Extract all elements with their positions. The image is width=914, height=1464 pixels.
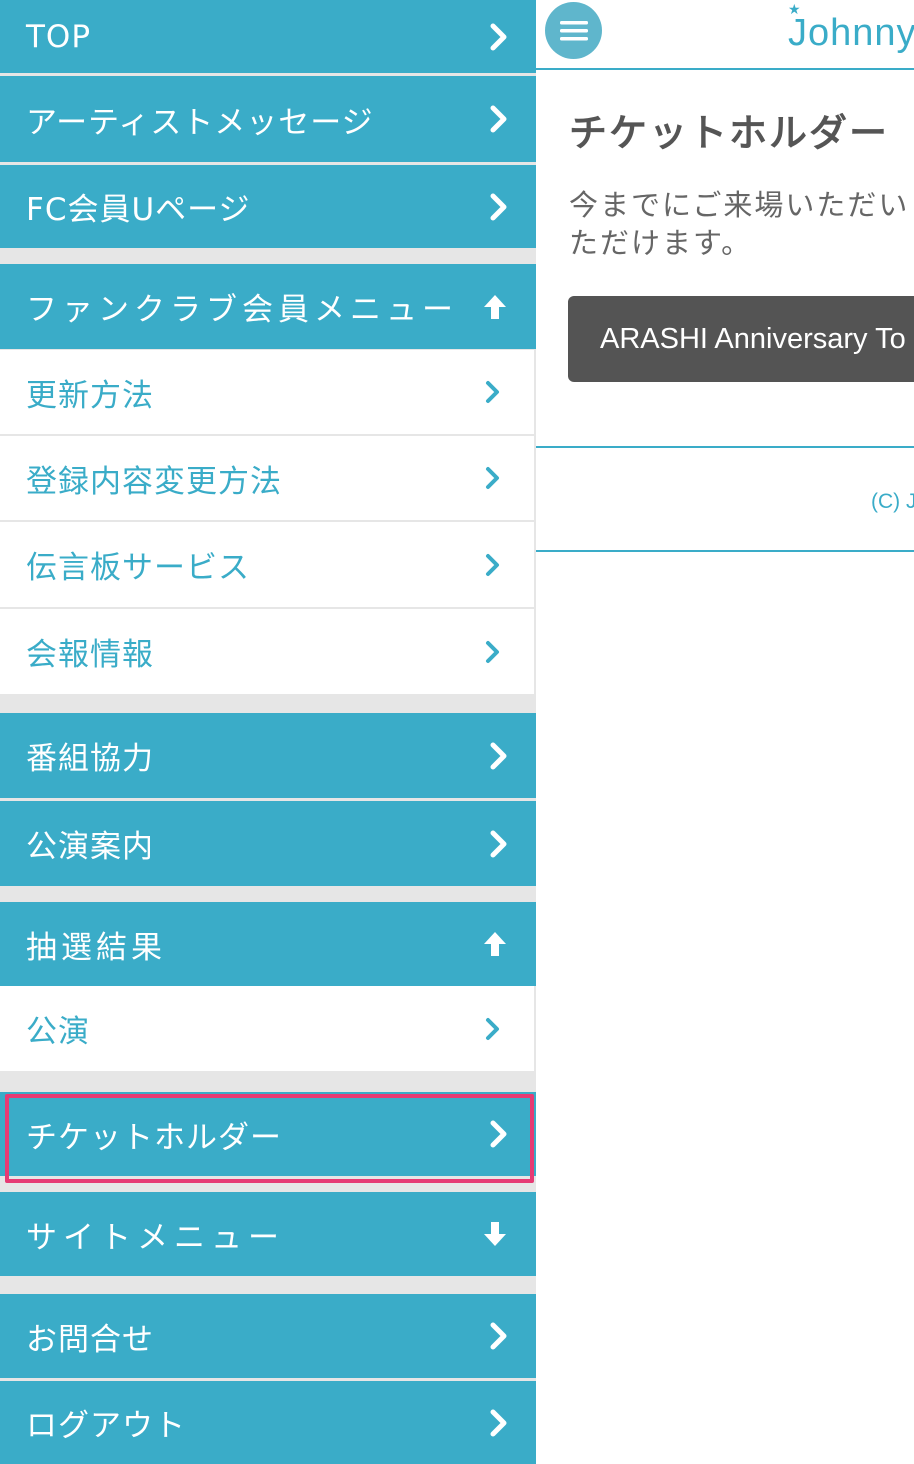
chevron-right-icon	[488, 1119, 510, 1149]
chevron-right-icon	[484, 465, 502, 491]
menu-section-label: ファンクラブ会員メニュー	[26, 292, 458, 328]
submenu-item-message-board[interactable]: 伝言板サービス	[0, 522, 534, 607]
site-header: ★ Johnnys	[536, 0, 914, 70]
menu-item-contact[interactable]: お問合せ	[0, 1294, 536, 1378]
chevron-right-icon	[488, 1408, 510, 1438]
submenu-item-registration-change[interactable]: 登録内容変更方法	[0, 436, 534, 520]
chevron-right-icon	[484, 552, 502, 578]
description-line: ただけます。	[569, 226, 753, 260]
menu-item-fc-member-page[interactable]: FC会員Uページ	[0, 165, 536, 248]
menu-section-label: サイトメニュー	[26, 1219, 285, 1256]
page-title: チケットホルダー	[569, 111, 890, 155]
menu-item-top[interactable]: TOP	[0, 0, 536, 73]
menu-item-label: チケットホルダー	[26, 1119, 282, 1156]
site-logo[interactable]: Johnnys	[788, 12, 914, 55]
copyright-text: (C) J	[871, 490, 914, 513]
description-line: 今までにご来場いただい	[569, 188, 910, 222]
menu-item-label: FC会員Uページ	[26, 192, 251, 228]
chevron-right-icon	[484, 1016, 502, 1042]
arrow-up-icon	[480, 292, 510, 322]
chevron-right-icon	[488, 1321, 510, 1351]
tour-ticket-button[interactable]: ARASHI Anniversary To	[568, 296, 914, 382]
divider	[536, 446, 914, 448]
menu-item-artist-message[interactable]: アーティストメッセージ	[0, 76, 536, 162]
menu-item-performance-info[interactable]: 公演案内	[0, 801, 536, 886]
submenu-item-label: 伝言板サービス	[26, 550, 250, 586]
chevron-right-icon	[488, 104, 510, 134]
menu-item-label: お問合せ	[26, 1321, 154, 1358]
chevron-right-icon	[488, 22, 510, 52]
submenu-item-renewal[interactable]: 更新方法	[0, 350, 534, 434]
menu-item-ticket-holder[interactable]: チケットホルダー	[0, 1092, 536, 1176]
menu-item-label: 番組協力	[26, 741, 154, 777]
submenu-item-label: 会報情報	[26, 637, 154, 673]
main-content: ★ Johnnys チケットホルダー 今までにご来場いただい ただけます。 AR…	[536, 0, 914, 1464]
submenu-item-performance[interactable]: 公演	[0, 986, 534, 1071]
menu-item-label: ログアウト	[26, 1408, 186, 1444]
menu-section-label: 抽選結果	[26, 929, 166, 966]
menu-item-logout[interactable]: ログアウト	[0, 1381, 536, 1464]
chevron-right-icon	[488, 192, 510, 222]
menu-item-program-cooperation[interactable]: 番組協力	[0, 713, 536, 798]
menu-item-label: 公演案内	[26, 829, 154, 865]
arrow-down-icon	[480, 1219, 510, 1249]
menu-item-label: TOP	[26, 18, 92, 55]
side-menu: TOP アーティストメッセージ FC会員Uページ ファンクラブ会員メニュー 更新…	[0, 0, 536, 1464]
hamburger-icon[interactable]	[545, 2, 602, 59]
submenu-item-label: 更新方法	[26, 377, 154, 414]
menu-item-label: アーティストメッセージ	[26, 104, 374, 141]
menu-section-site-menu[interactable]: サイトメニュー	[0, 1192, 536, 1276]
chevron-right-icon	[484, 639, 502, 665]
page-description: 今までにご来場いただい ただけます。	[569, 186, 909, 262]
chevron-right-icon	[488, 829, 510, 859]
chevron-right-icon	[488, 741, 510, 771]
divider	[536, 550, 914, 552]
submenu-item-label: 登録内容変更方法	[26, 463, 282, 500]
submenu-item-bulletin-info[interactable]: 会報情報	[0, 609, 534, 694]
arrow-up-icon	[480, 929, 510, 959]
menu-section-lottery-results[interactable]: 抽選結果	[0, 902, 536, 986]
chevron-right-icon	[484, 379, 502, 405]
submenu-item-label: 公演	[26, 1014, 90, 1050]
menu-section-fanclub[interactable]: ファンクラブ会員メニュー	[0, 264, 536, 349]
